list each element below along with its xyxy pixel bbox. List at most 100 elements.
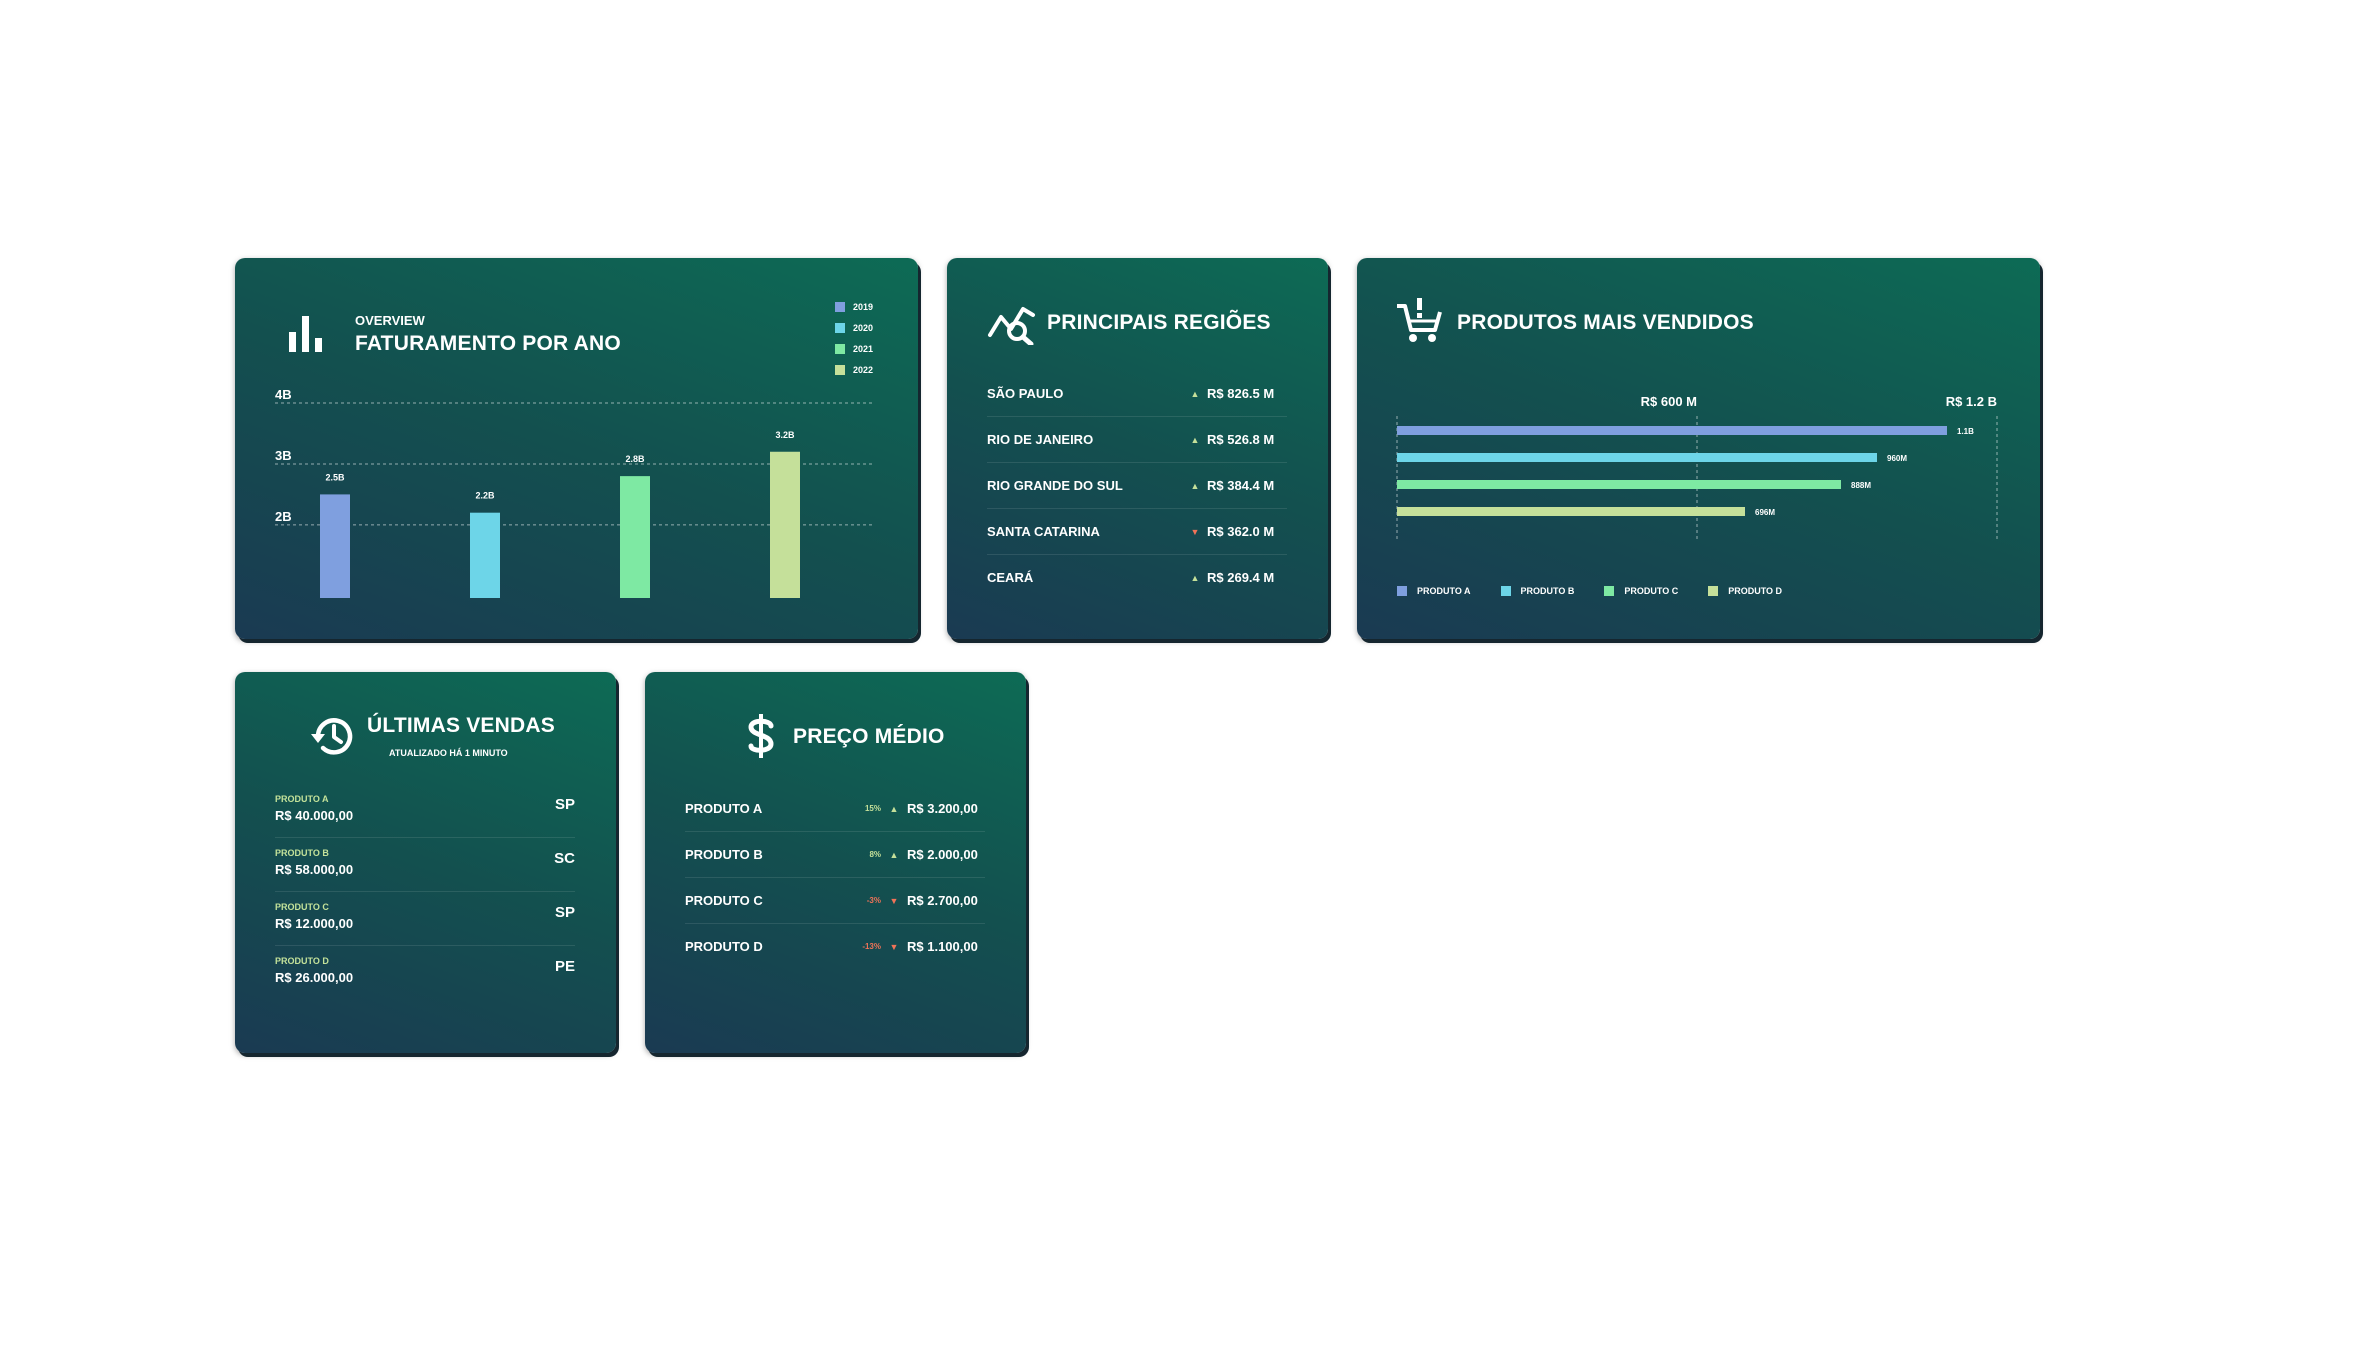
legend-item-produto-c: PRODUTO C [1604,586,1678,596]
price-product: PRODUTO A [685,801,763,816]
sale-value: R$ 58.000,00 [275,862,354,877]
overview-title: FATURAMENTO POR ANO [355,332,621,355]
legend-item-2019: 2019 [835,296,873,317]
sale-state: PE [554,958,575,975]
bar-value-label: 1.1B [1957,427,1974,436]
products-title: PRODUTOS MAIS VENDIDOS [1457,311,1754,334]
bar-2021 [620,476,650,598]
bar-value-label: 2.8B [625,454,645,464]
average-price-title: PREÇO MÉDIO [793,725,945,748]
price-product: PRODUTO B [685,847,763,862]
y-tick-label: 2B [275,509,292,524]
bar-2020 [470,512,500,598]
list-item: PRODUTO D -13% ▼ R$ 1.100,00 [685,924,985,969]
price-change: -13% [862,942,881,951]
legend-label: 2021 [853,343,874,354]
bar-produto-d [1397,507,1745,516]
trend-up-icon: ▲ [889,849,899,860]
legend-label: PRODUTO C [1624,586,1679,596]
list-item: SÃO PAULO ▲ R$ 826.5 M [987,371,1287,417]
legend-label: PRODUTO B [1520,586,1575,596]
trend-up-icon: ▲ [1190,572,1200,583]
region-value: R$ 826.5 M [1207,386,1275,401]
products-card: R$ 600 M R$ 1.2 B 1.1B 960M 888M 696M PRODUTO… [1357,258,2040,639]
regions-card: PRINCIPAIS REGIÕES SÃO PAULO ▲ R$ 826.5 … [947,258,1328,639]
list-item: PRODUTO C -3% ▼ R$ 2.700,00 [685,878,985,924]
sale-value: R$ 26.000,00 [275,970,354,985]
legend-label: PRODUTO A [1417,586,1471,596]
trend-down-icon: ▼ [889,895,899,906]
average-price-card: PREÇO MÉDIO PRODUTO A 15% ▲ R$ 3.200,00 … [645,672,1026,1053]
bar-value-label: 960M [1887,454,1907,463]
y-tick-label: 3B [275,448,292,463]
bar-chart-icon [285,310,329,354]
legend-label: 2019 [853,301,874,312]
price-change: 8% [869,850,881,859]
sale-product: PRODUTO C [275,902,329,912]
sale-state: SP [554,796,575,813]
price-value: R$ 1.100,00 [907,939,978,954]
price-value: R$ 2.000,00 [907,847,978,862]
list-item: RIO GRANDE DO SUL ▲ R$ 384.4 M [987,463,1287,509]
list-item: SANTA CATARINA ▼ R$ 362.0 M [987,509,1287,555]
region-name: SÃO PAULO [987,386,1064,401]
list-item: RIO DE JANEIRO ▲ R$ 526.8 M [987,417,1287,463]
price-change: 15% [864,804,881,813]
trend-down-icon: ▼ [1190,526,1200,537]
legend-item-produto-d: PRODUTO D [1708,586,1782,596]
year-legend: 2019 2020 2021 2022 [835,296,873,380]
trend-up-icon: ▲ [889,803,899,814]
latest-sales-subtitle: ATUALIZADO HÁ 1 MINUTO [389,748,508,758]
x-tick-label: R$ 1.2 B [1946,394,1997,409]
latest-sales-card: ÚLTIMAS VENDAS ATUALIZADO HÁ 1 MINUTO PR… [235,672,616,1053]
trend-up-icon: ▲ [1190,388,1200,399]
region-name: RIO GRANDE DO SUL [987,478,1123,493]
bar-2022 [770,451,800,598]
list-item: PRODUTO A R$ 40.000,00 SP [275,784,575,838]
list-item: PRODUTO A 15% ▲ R$ 3.200,00 [685,786,985,832]
legend-item-2022: 2022 [835,359,873,380]
bar-value-label: 2.2B [475,491,495,501]
price-value: R$ 3.200,00 [907,801,978,816]
list-item: CEARÁ ▲ R$ 269.4 M [987,555,1287,600]
price-product: PRODUTO C [685,893,763,908]
regions-list: SÃO PAULO ▲ R$ 826.5 M RIO DE JANEIRO ▲ … [987,371,1287,600]
history-icon [309,712,357,760]
trend-search-icon [987,301,1039,345]
region-name: CEARÁ [987,570,1034,585]
sale-state: SP [554,904,575,921]
region-value: R$ 362.0 M [1207,524,1275,539]
legend-label: PRODUTO D [1728,586,1783,596]
legend-label: 2020 [853,322,874,333]
bar-value-label: 888M [1851,481,1871,490]
list-item: PRODUTO D R$ 26.000,00 PE [275,946,575,999]
region-name: SANTA CATARINA [987,524,1100,539]
dollar-icon [743,712,779,760]
legend-item-2021: 2021 [835,338,873,359]
sale-value: R$ 40.000,00 [275,808,354,823]
list-item: PRODUTO B 8% ▲ R$ 2.000,00 [685,832,985,878]
bar-value-label: 696M [1755,508,1775,517]
region-value: R$ 384.4 M [1207,478,1275,493]
revenue-bar-chart: 2B 3B 4B 2.5B 2.2B 2.8B 3.2B [275,387,875,598]
sales-list: PRODUTO A R$ 40.000,00 SP PRODUTO B R$ 5… [275,784,575,999]
list-item: PRODUTO C R$ 12.000,00 SP [275,892,575,946]
legend-item-produto-a: PRODUTO A [1397,586,1471,596]
sale-product: PRODUTO B [275,848,329,858]
legend-item-produto-b: PRODUTO B [1500,586,1575,596]
y-tick-label: 4B [275,387,292,402]
x-tick-label: R$ 600 M [1641,394,1697,409]
overview-card: 2B 3B 4B 2.5B 2.2B 2.8B 3.2B OVERVIEW FATURAME… [235,258,918,639]
region-value: R$ 526.8 M [1207,432,1275,447]
bar-value-label: 2.5B [325,472,345,482]
legend-label: 2022 [853,364,874,375]
products-legend: PRODUTO A PRODUTO B PRODUTO C PRODUTO D [1397,586,1812,596]
bar-produto-b [1397,453,1877,462]
bar-2019 [320,494,350,598]
trend-up-icon: ▲ [1190,434,1200,445]
sale-product: PRODUTO A [275,794,329,804]
overview-subtitle: OVERVIEW [355,313,425,328]
price-list: PRODUTO A 15% ▲ R$ 3.200,00 PRODUTO B 8%… [685,786,985,969]
price-value: R$ 2.700,00 [907,893,978,908]
sale-value: R$ 12.000,00 [275,916,354,931]
